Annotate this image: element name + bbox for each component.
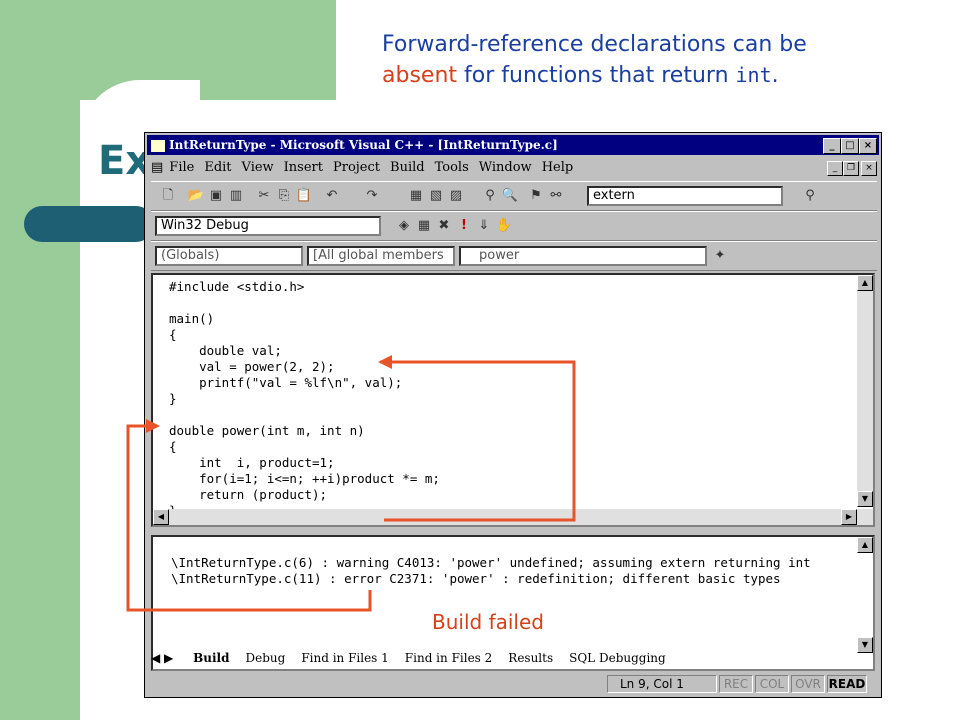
build-failed-annotation: Build failed: [432, 610, 544, 634]
arrow-call-head: [378, 355, 392, 369]
arrow-def-head: [146, 419, 160, 433]
arrow-def-line: [126, 424, 372, 612]
arrow-call-line: [380, 360, 576, 522]
